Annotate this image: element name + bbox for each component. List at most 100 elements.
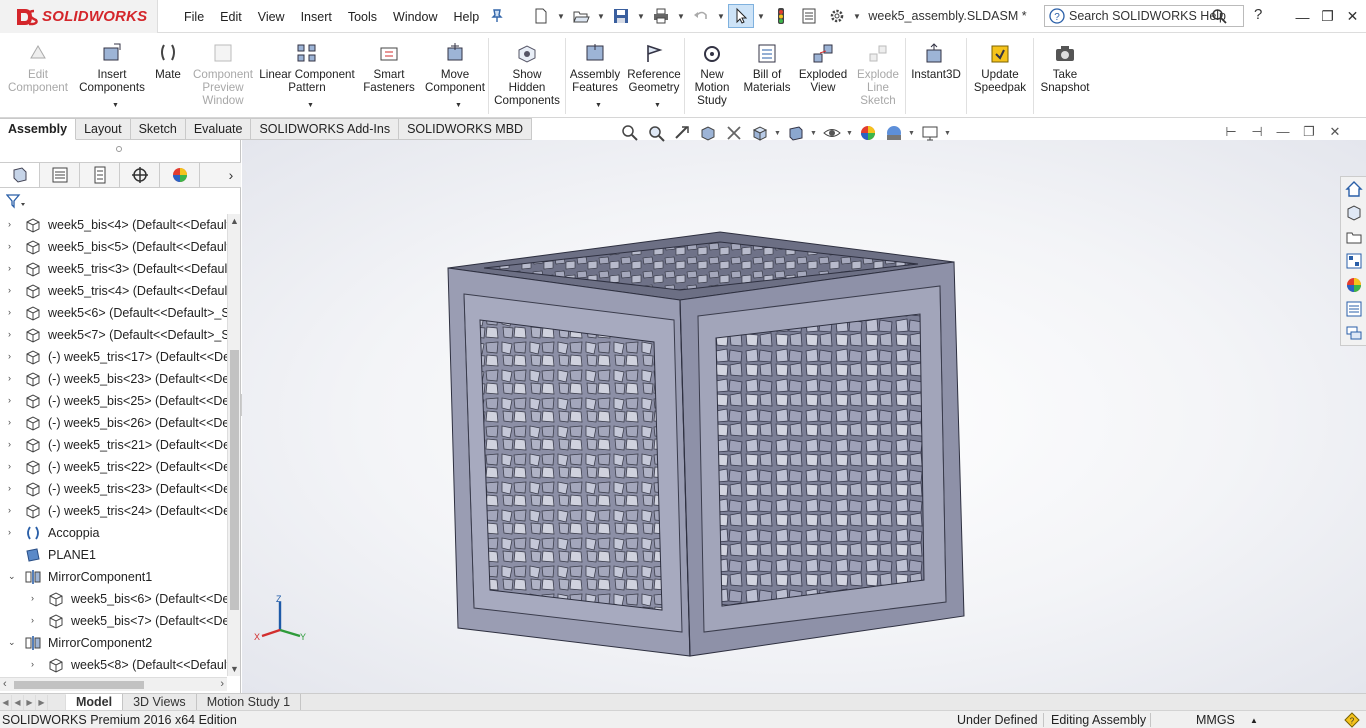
expand-arrow-icon[interactable]: › <box>8 285 11 295</box>
view-orientation-dropdown[interactable]: ▼ <box>774 130 782 137</box>
file-explorer-tab[interactable] <box>1342 225 1366 249</box>
menu-window[interactable]: Window <box>385 10 445 24</box>
linear-component-pattern-dropdown-icon[interactable]: ▼ <box>307 99 314 112</box>
pin-icon[interactable] <box>490 9 504 23</box>
tree-item[interactable]: PLANE1 <box>0 544 227 566</box>
print-button[interactable] <box>648 4 674 28</box>
menu-help[interactable]: Help <box>446 10 488 24</box>
close-button[interactable]: ✕ <box>1340 8 1365 25</box>
open-button[interactable] <box>568 4 594 28</box>
collapse-arrow-icon[interactable]: ⌄ <box>8 571 16 582</box>
previous-view-button[interactable] <box>670 122 694 144</box>
menu-insert[interactable]: Insert <box>293 10 340 24</box>
view-orientation-button[interactable] <box>748 122 772 144</box>
configuration-manager-tab[interactable] <box>80 163 120 187</box>
tree-item[interactable]: › week5_tris<4> (Default<<Default> <box>0 280 227 302</box>
design-library-tab[interactable] <box>1342 201 1366 225</box>
tree-item[interactable]: › (-) week5_bis<23> (Default<<Def <box>0 368 227 390</box>
options-button[interactable] <box>824 4 850 28</box>
viewport-restore-button[interactable]: ❐ <box>1298 124 1320 140</box>
expand-arrow-icon[interactable]: › <box>8 505 11 515</box>
display-manager-tab[interactable] <box>160 163 200 187</box>
file-properties-button[interactable] <box>796 4 822 28</box>
display-style-button[interactable] <box>784 122 808 144</box>
expand-arrow-icon[interactable]: › <box>31 615 34 625</box>
custom-properties-tab[interactable] <box>1342 297 1366 321</box>
minimize-button[interactable]: — <box>1290 9 1315 25</box>
tree-item[interactable]: › (-) week5_bis<26> (Default<<Def <box>0 412 227 434</box>
expand-arrow-icon[interactable]: › <box>8 395 11 405</box>
rebuild-button[interactable] <box>768 4 794 28</box>
viewport-split-right-icon[interactable]: ⊣ <box>1246 124 1268 140</box>
zoom-to-area-button[interactable] <box>644 122 668 144</box>
tree-item[interactable]: › week5_bis<7> (Default<<Def <box>0 610 227 632</box>
move-component-button[interactable]: Move Component ▼ <box>422 34 488 118</box>
hide-show-items-button[interactable] <box>820 122 844 144</box>
assembly-model[interactable] <box>444 228 968 660</box>
view-settings-button[interactable] <box>918 122 942 144</box>
tree-item[interactable]: › (-) week5_tris<23> (Default<<Def <box>0 478 227 500</box>
horizontal-scrollbar-thumb[interactable] <box>14 681 144 689</box>
linear-component-pattern-button[interactable]: Linear Component Pattern ▼ <box>258 34 356 118</box>
collapse-arrow-icon[interactable]: ⌄ <box>8 637 16 648</box>
assembly-features-button[interactable]: Assembly Features ▼ <box>566 34 624 118</box>
tree-item[interactable]: ⌄ MirrorComponent1 <box>0 566 227 588</box>
expand-arrow-icon[interactable]: › <box>8 307 11 317</box>
next-tab-icon[interactable]: ▶ <box>24 694 36 710</box>
solidworks-resources-tab[interactable] <box>1342 177 1366 201</box>
tree-item[interactable]: › week5<8> (Default<<Default <box>0 654 227 676</box>
zoom-to-fit-button[interactable] <box>618 122 642 144</box>
prev-tab-icon[interactable]: ◀ <box>12 694 24 710</box>
search-icon[interactable] <box>1211 8 1227 24</box>
tree-item[interactable]: › week5<7> (Default<<Default>_St <box>0 324 227 346</box>
insert-components-button[interactable]: Insert Components ▼ <box>76 34 148 118</box>
model-tab-3d-views[interactable]: 3D Views <box>123 693 197 711</box>
view-settings-dropdown[interactable]: ▼ <box>944 130 952 137</box>
expand-arrow-icon[interactable]: › <box>8 263 11 273</box>
tab-solidworks-add-ins[interactable]: SOLIDWORKS Add-Ins <box>251 118 400 140</box>
scroll-left-icon[interactable]: ‹ <box>3 678 7 690</box>
select-dropdown[interactable]: ▼ <box>756 12 766 21</box>
panel-grip[interactable] <box>116 146 122 152</box>
scroll-down-icon[interactable]: ▼ <box>230 664 239 674</box>
units-selector[interactable]: MMGS <box>1196 713 1235 727</box>
save-dropdown[interactable]: ▼ <box>636 12 646 21</box>
tab-layout[interactable]: Layout <box>76 118 131 140</box>
menu-tools[interactable]: Tools <box>340 10 385 24</box>
expand-arrow-icon[interactable]: › <box>8 483 11 493</box>
expand-arrow-icon[interactable]: › <box>8 461 11 471</box>
dynamic-annotation-button[interactable] <box>722 122 746 144</box>
help-search-input[interactable]: ? Search SOLIDWORKS Help <box>1044 5 1244 27</box>
tab-sketch[interactable]: Sketch <box>130 118 186 140</box>
tab-evaluate[interactable]: Evaluate <box>185 118 252 140</box>
help-button[interactable]: ? <box>1254 6 1262 23</box>
last-tab-icon[interactable]: ▶ <box>36 694 48 710</box>
viewport-close-button[interactable]: ✕ <box>1324 124 1346 140</box>
edit-appearance-button[interactable] <box>856 122 880 144</box>
expand-arrow-icon[interactable]: › <box>31 659 34 669</box>
expand-arrow-icon[interactable]: › <box>8 373 11 383</box>
tree-item[interactable]: › week5_bis<6> (Default<<Def <box>0 588 227 610</box>
new-document-dropdown[interactable]: ▼ <box>556 12 566 21</box>
hide-show-dropdown[interactable]: ▼ <box>846 130 854 137</box>
component-preview-window-button[interactable]: Component Preview Window <box>188 34 258 118</box>
property-manager-tab[interactable] <box>40 163 80 187</box>
exploded-view-button[interactable]: Exploded View <box>795 34 851 118</box>
tab-solidworks-mbd[interactable]: SOLIDWORKS MBD <box>399 118 533 140</box>
edit-component-button[interactable]: Edit Component <box>0 34 76 118</box>
tree-item[interactable]: › week5_bis<5> (Default<<Default> <box>0 236 227 258</box>
tree-item[interactable]: › (-) week5_bis<25> (Default<<Def <box>0 390 227 412</box>
assembly-features-dropdown-icon[interactable]: ▼ <box>595 99 602 112</box>
quick-tips-icon[interactable]: ? <box>1344 712 1360 728</box>
tree-item[interactable]: › week5_bis<4> (Default<<Default> <box>0 214 227 236</box>
restore-button[interactable]: ❐ <box>1315 8 1340 25</box>
model-tab-model[interactable]: Model <box>66 693 124 711</box>
update-speedpak-button[interactable]: Update Speedpak <box>967 34 1033 118</box>
tree-item[interactable]: › (-) week5_tris<21> (Default<<Def <box>0 434 227 456</box>
take-snapshot-button[interactable]: Take Snapshot <box>1034 34 1096 118</box>
expand-arrow-icon[interactable]: › <box>8 219 11 229</box>
tree-item[interactable]: › (-) week5_tris<24> (Default<<Def <box>0 500 227 522</box>
reference-geometry-button[interactable]: Reference Geometry ▼ <box>624 34 684 118</box>
display-style-dropdown[interactable]: ▼ <box>810 130 818 137</box>
save-button[interactable] <box>608 4 634 28</box>
